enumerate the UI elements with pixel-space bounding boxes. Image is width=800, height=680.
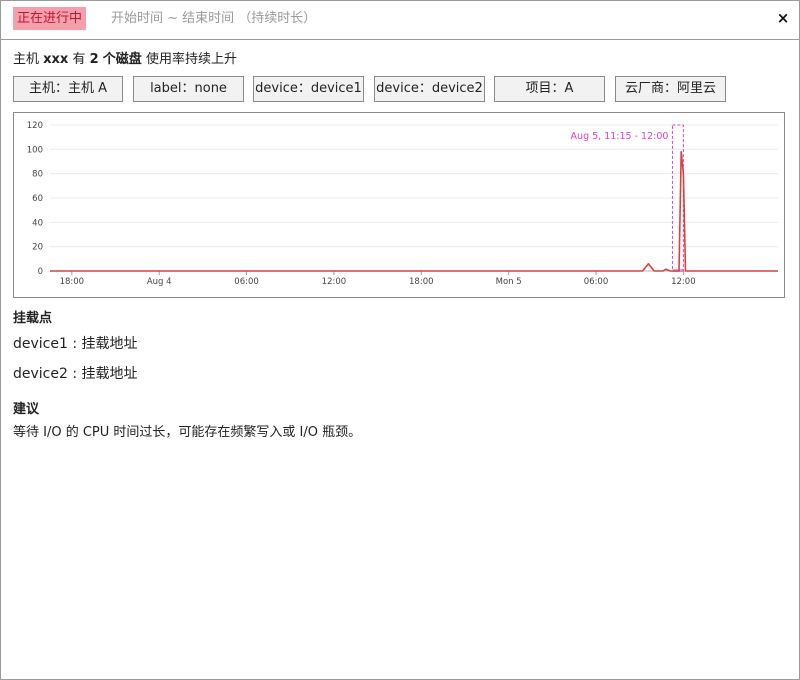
summary-count: 2 — [89, 52, 99, 67]
x-tick-label: 12:00 — [671, 277, 696, 287]
alert-summary: 主机 xxx 有 2 个磁盘 使用率持续上升 — [13, 51, 237, 68]
advice-text: 等待 I/O 的 CPU 时间过长，可能存在频繁写入或 I/O 瓶颈。 — [13, 425, 362, 440]
mount-path: 挂载地址 — [81, 336, 138, 352]
series-line — [50, 151, 778, 272]
tag-project[interactable]: 项目：A — [494, 76, 605, 102]
y-tick-label: 120 — [27, 121, 43, 131]
y-tick-label: 60 — [32, 194, 43, 204]
tag-device1[interactable]: device：device1 — [253, 76, 364, 102]
y-tick-label: 100 — [27, 145, 43, 155]
highlight-label: Aug 5, 11:15 - 12:00 — [571, 131, 669, 142]
mount-row: device2 : 挂载地址 — [13, 363, 138, 383]
x-tick-label: 06:00 — [234, 277, 259, 287]
x-tick-label: 18:00 — [60, 277, 85, 287]
x-tick-label: 06:00 — [584, 277, 609, 287]
mount-device: device1 — [13, 336, 68, 352]
y-tick-label: 80 — [32, 170, 43, 180]
summary-host: xxx — [43, 52, 69, 67]
summary-suffix: 使用率持续上升 — [145, 52, 237, 67]
x-tick-label: 18:00 — [409, 277, 434, 287]
mount-separator: : — [67, 336, 82, 352]
x-tick-label: Aug 4 — [147, 277, 172, 287]
summary-unit: 个磁盘 — [102, 52, 142, 67]
alert-detail-panel: 正在进行中 开始时间 ~ 结束时间 （持续时长） × 主机 xxx 有 2 个磁… — [0, 0, 800, 680]
advice-section-title: 建议 — [13, 402, 40, 417]
x-tick-label: Mon 5 — [496, 277, 522, 287]
tag-host[interactable]: 主机：主机 A — [13, 76, 123, 102]
status-badge: 正在进行中 — [13, 7, 87, 30]
disk-usage-chart: 0 20 40 60 80 100 120 18:00 Aug 4 06:00 12:00 18:00… — [13, 112, 785, 298]
time-range: 开始时间 ~ 结束时间 （持续时长） — [111, 11, 317, 26]
panel-header: 正在进行中 开始时间 ~ 结束时间 （持续时长） × — [1, 1, 799, 40]
y-tick-label: 0 — [38, 267, 43, 277]
mount-separator: : — [67, 366, 82, 382]
mount-section-title: 挂载点 — [13, 311, 53, 326]
tag-label[interactable]: label：none — [133, 76, 244, 102]
x-tick-label: 12:00 — [322, 277, 347, 287]
chart-svg: 0 20 40 60 80 100 120 18:00 Aug 4 06:00 12:00 18:00… — [27, 121, 778, 287]
mount-path: 挂载地址 — [81, 366, 138, 382]
tag-cloud-vendor[interactable]: 云厂商：阿里云 — [615, 76, 726, 102]
y-tick-label: 20 — [32, 243, 43, 253]
summary-prefix: 主机 — [13, 52, 40, 67]
close-icon[interactable]: × — [775, 9, 791, 27]
mount-device: device2 — [13, 366, 68, 382]
tag-device2[interactable]: device：device2 — [374, 76, 485, 102]
mount-row: device1 : 挂载地址 — [13, 333, 138, 353]
summary-mid: 有 — [72, 52, 86, 67]
y-tick-label: 40 — [32, 218, 43, 228]
